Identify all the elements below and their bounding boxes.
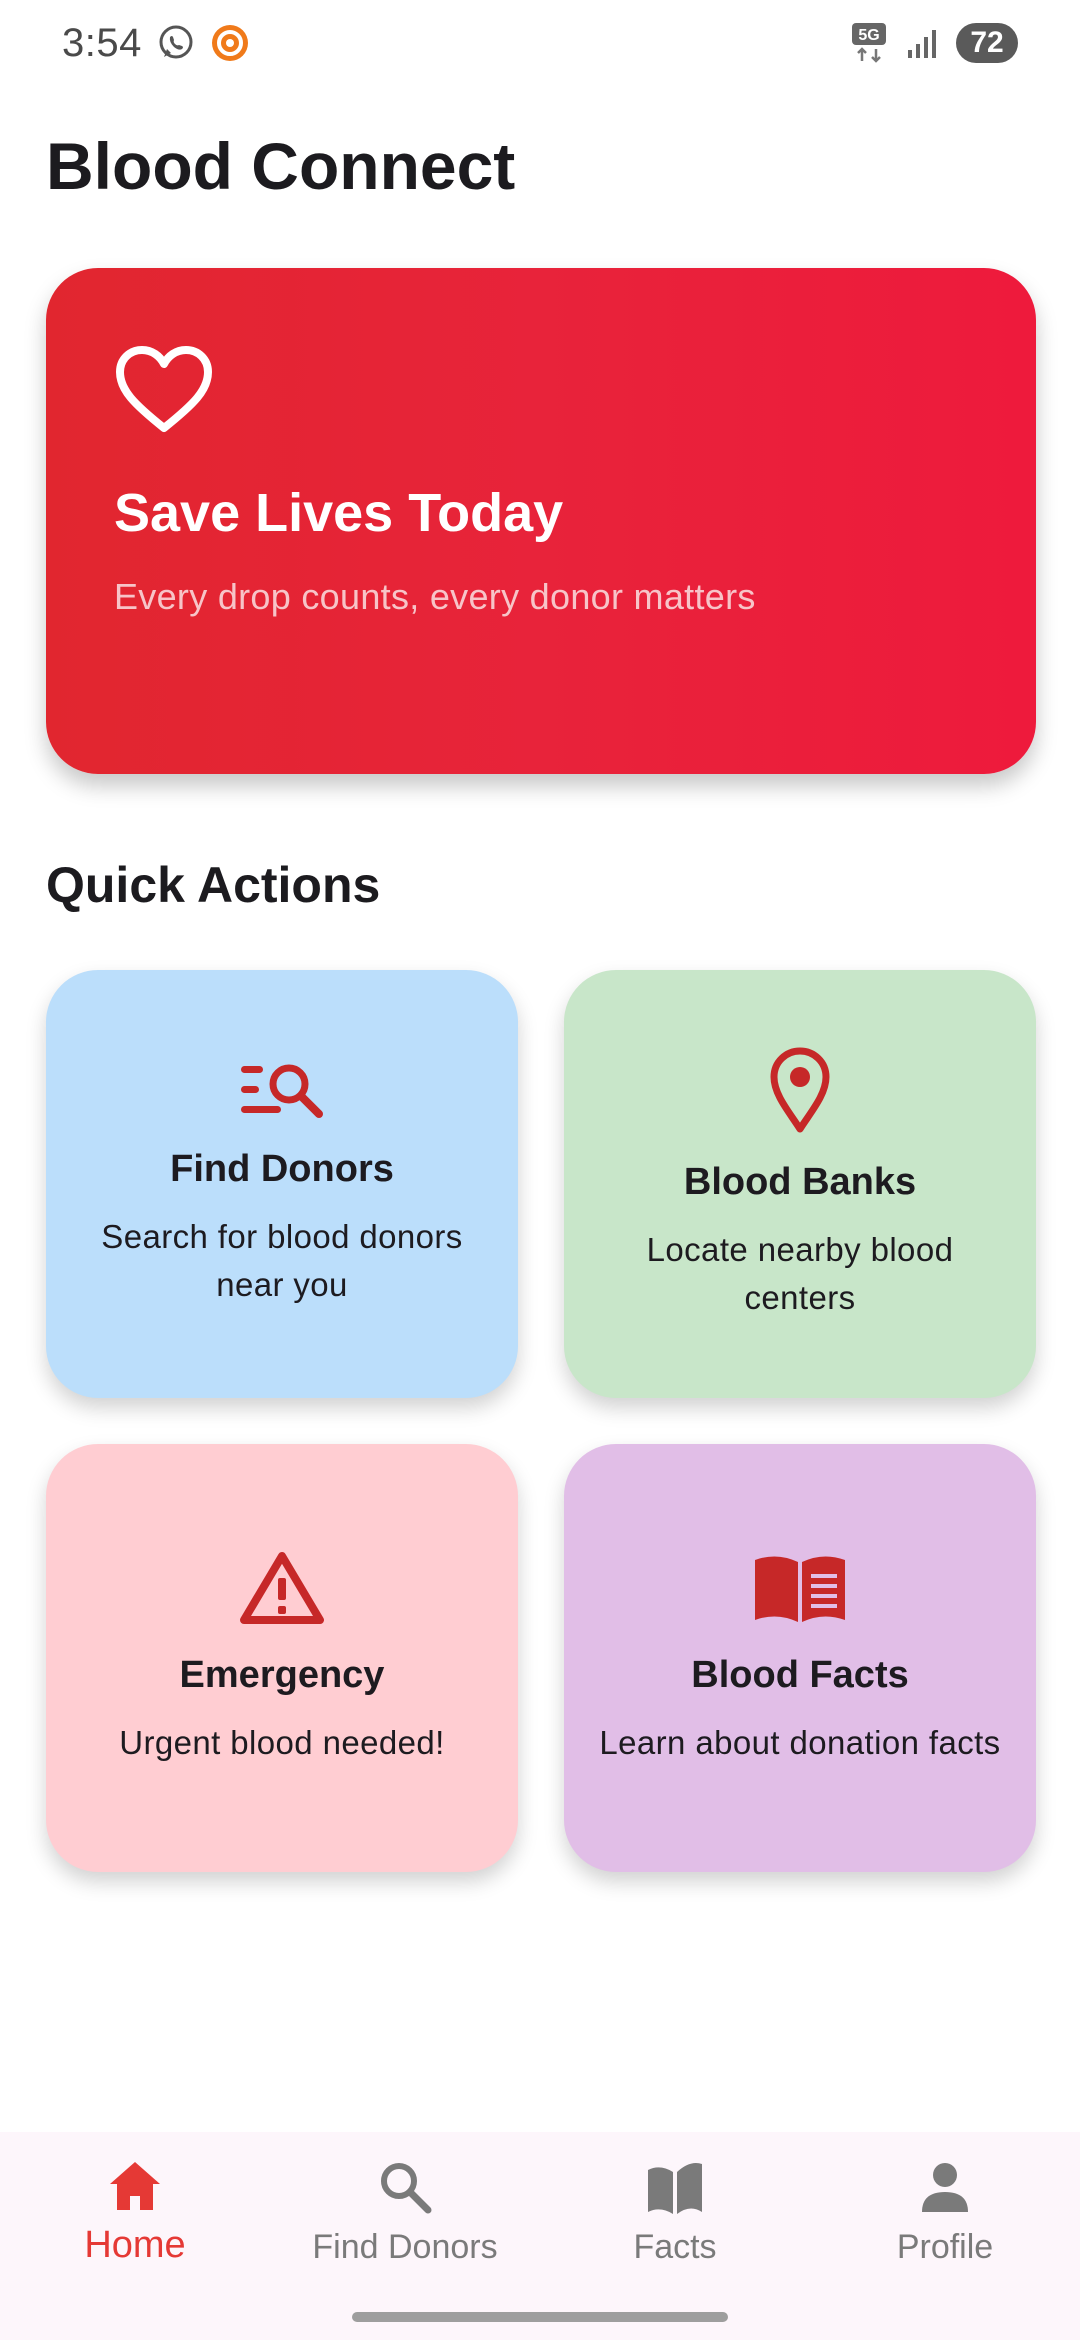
find-donors-card[interactable]: Find Donors Search for blood donors near… — [46, 970, 518, 1398]
location-pin-icon — [770, 1047, 830, 1132]
nav-label: Profile — [896, 2228, 994, 2266]
app-notification-icon — [210, 23, 250, 63]
status-time: 3:54 — [62, 20, 142, 65]
network-label: 5G — [858, 27, 879, 44]
whatsapp-icon — [156, 23, 196, 63]
nav-label: Home — [84, 2224, 186, 2266]
hero-banner: Save Lives Today Every drop counts, ever… — [46, 268, 1036, 774]
card-title: Blood Banks — [683, 1160, 917, 1203]
card-description: Urgent blood needed! — [119, 1723, 445, 1761]
nav-item-profile[interactable]: Profile — [810, 2132, 1080, 2340]
nav-label: Facts — [633, 2228, 717, 2266]
signal-icon — [906, 26, 940, 60]
home-indicator[interactable] — [352, 2312, 728, 2322]
home-icon — [110, 2162, 160, 2210]
card-description: Learn about donation facts — [599, 1723, 1001, 1761]
nav-item-find-donors[interactable]: Find Donors — [270, 2132, 540, 2340]
blood-banks-card[interactable]: Blood Banks Locate nearby blood centers — [564, 970, 1036, 1398]
network-5g-icon: 5G — [850, 21, 890, 65]
battery-indicator: 72 — [956, 23, 1018, 63]
page-title: Blood Connect — [46, 129, 516, 203]
section-title-quick-actions: Quick Actions — [46, 857, 381, 913]
emergency-card[interactable]: Emergency Urgent blood needed! — [46, 1444, 518, 1872]
card-title: Blood Facts — [691, 1653, 909, 1696]
card-description: Search for blood donors near you — [101, 1217, 463, 1303]
status-left: 3:54 — [62, 21, 250, 66]
bottom-nav: Home Find Donors Facts Profile — [0, 2132, 1080, 2340]
status-bar: 3:54 5G 72 — [0, 0, 1080, 86]
nav-label: Find Donors — [312, 2228, 498, 2266]
blood-facts-card[interactable]: Blood Facts Learn about donation facts — [564, 1444, 1036, 1872]
book-icon — [755, 1555, 845, 1622]
book-icon — [648, 2163, 702, 2214]
search-list-icon — [241, 1064, 323, 1118]
nav-item-home[interactable]: Home — [0, 2132, 270, 2340]
hero-subtitle: Every drop counts, every donor matters — [114, 576, 756, 617]
search-icon — [381, 2163, 432, 2214]
warning-icon — [240, 1551, 324, 1624]
status-right: 5G 72 — [850, 21, 1018, 65]
person-icon — [922, 2163, 968, 2212]
card-description: Locate nearby blood centers — [646, 1230, 954, 1316]
nav-item-facts[interactable]: Facts — [540, 2132, 810, 2340]
heart-outline-icon — [116, 346, 212, 432]
card-title: Find Donors — [170, 1147, 394, 1190]
card-title: Emergency — [179, 1653, 385, 1696]
hero-title: Save Lives Today — [114, 483, 564, 543]
